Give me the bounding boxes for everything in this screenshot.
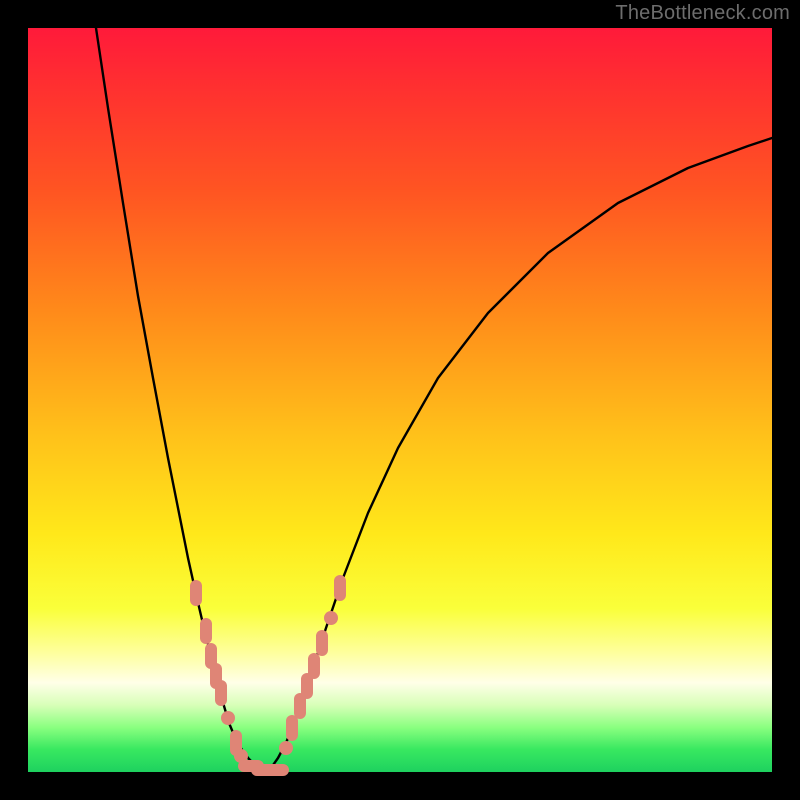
bead-icon	[221, 711, 235, 725]
bead-icon	[316, 630, 328, 656]
bead-icon	[190, 580, 202, 606]
curve-right-branch	[264, 138, 772, 771]
bead-icon	[308, 653, 320, 679]
bead-icon	[334, 575, 346, 601]
bead-icon	[263, 764, 289, 776]
curve-left-branch	[96, 28, 264, 771]
bead-icon	[215, 680, 227, 706]
bead-icon	[286, 715, 298, 741]
marker-layer	[190, 575, 346, 776]
curve-layer	[96, 28, 772, 771]
chart-svg	[28, 28, 772, 772]
watermark-text: TheBottleneck.com	[615, 2, 790, 25]
bead-icon	[279, 741, 293, 755]
bead-icon	[200, 618, 212, 644]
bead-icon	[324, 611, 338, 625]
chart-plot-area	[28, 28, 772, 772]
